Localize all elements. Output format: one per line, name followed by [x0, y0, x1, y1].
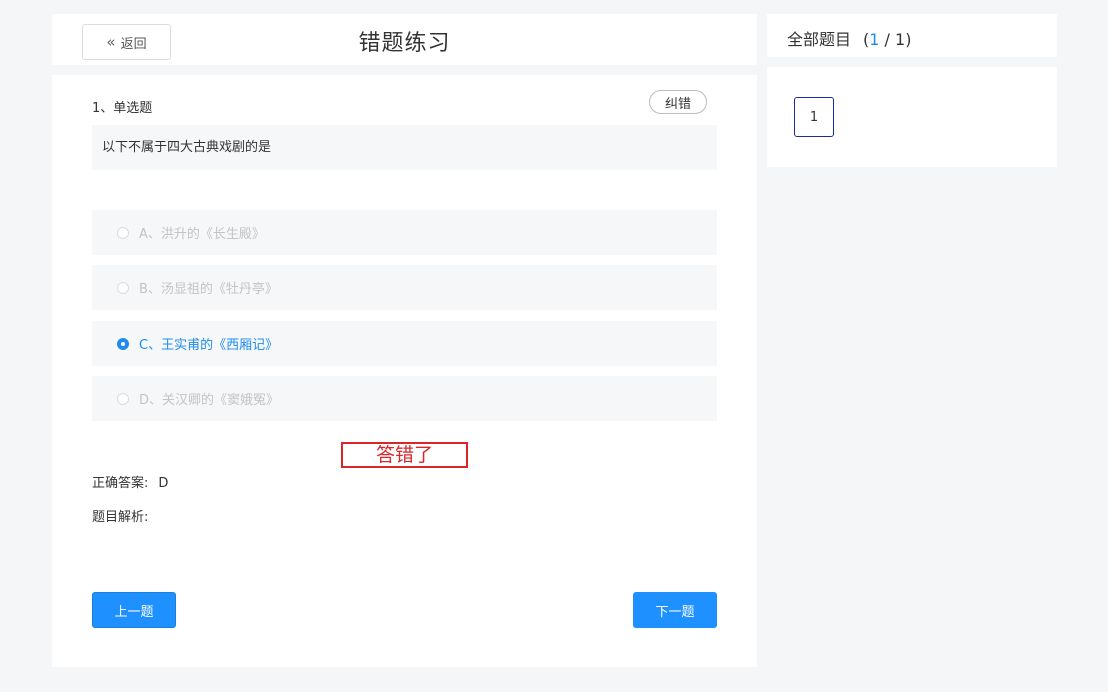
report-error-button[interactable]: 纠错 — [649, 90, 707, 114]
option-c[interactable]: C、王实甫的《西厢记》 — [92, 321, 717, 366]
header-bar: « 返回 错题练习 — [52, 14, 757, 65]
result-message: 答错了 — [341, 442, 468, 468]
next-question-button[interactable]: 下一题 — [633, 592, 717, 628]
sidebar-title-text: 全部题目 — [787, 30, 852, 49]
option-b[interactable]: B、汤显祖的《牡丹亭》 — [92, 265, 717, 310]
radio-icon[interactable] — [117, 392, 129, 405]
option-b-label: B、汤显祖的《牡丹亭》 — [139, 282, 278, 297]
option-a[interactable]: A、洪升的《长生殿》 — [92, 210, 717, 255]
question-number-item[interactable]: 1 — [794, 97, 834, 137]
correct-answer: 正确答案: D — [92, 472, 168, 491]
question-card: 1、单选题 纠错 以下不属于四大古典戏剧的是 A、洪升的《长生殿》 B、汤显祖的… — [52, 75, 757, 667]
option-c-label: C、王实甫的《西厢记》 — [139, 338, 279, 353]
sidebar-title: 全部题目 (1 / 1) — [787, 26, 911, 50]
radio-selected-icon[interactable] — [117, 337, 129, 350]
correct-answer-label: 正确答案: — [92, 476, 149, 491]
question-type: 1、单选题 — [92, 101, 153, 116]
question-count: (1 / 1) — [863, 30, 911, 49]
total-count: 1 — [895, 30, 906, 49]
radio-icon[interactable] — [117, 281, 129, 294]
question-number-list: 1 — [767, 67, 1057, 167]
page-title-text: 错题练习 — [358, 31, 451, 56]
prev-question-button[interactable]: 上一题 — [92, 592, 176, 628]
count-separator: / — [879, 30, 896, 49]
option-a-label: A、洪升的《长生殿》 — [139, 227, 265, 242]
option-d[interactable]: D、关汉卿的《窦娥冤》 — [92, 376, 717, 421]
question-stem: 以下不属于四大古典戏剧的是 — [92, 125, 717, 170]
correct-answer-value: D — [158, 476, 169, 491]
sidebar-header: 全部题目 (1 / 1) — [767, 14, 1057, 57]
radio-icon[interactable] — [117, 226, 129, 239]
analysis-label: 题目解析: — [92, 510, 149, 525]
page-title: 错题练习 — [52, 25, 757, 57]
option-d-label: D、关汉卿的《窦娥冤》 — [139, 393, 280, 408]
count-close: ) — [905, 30, 912, 49]
current-index: 1 — [869, 30, 880, 49]
